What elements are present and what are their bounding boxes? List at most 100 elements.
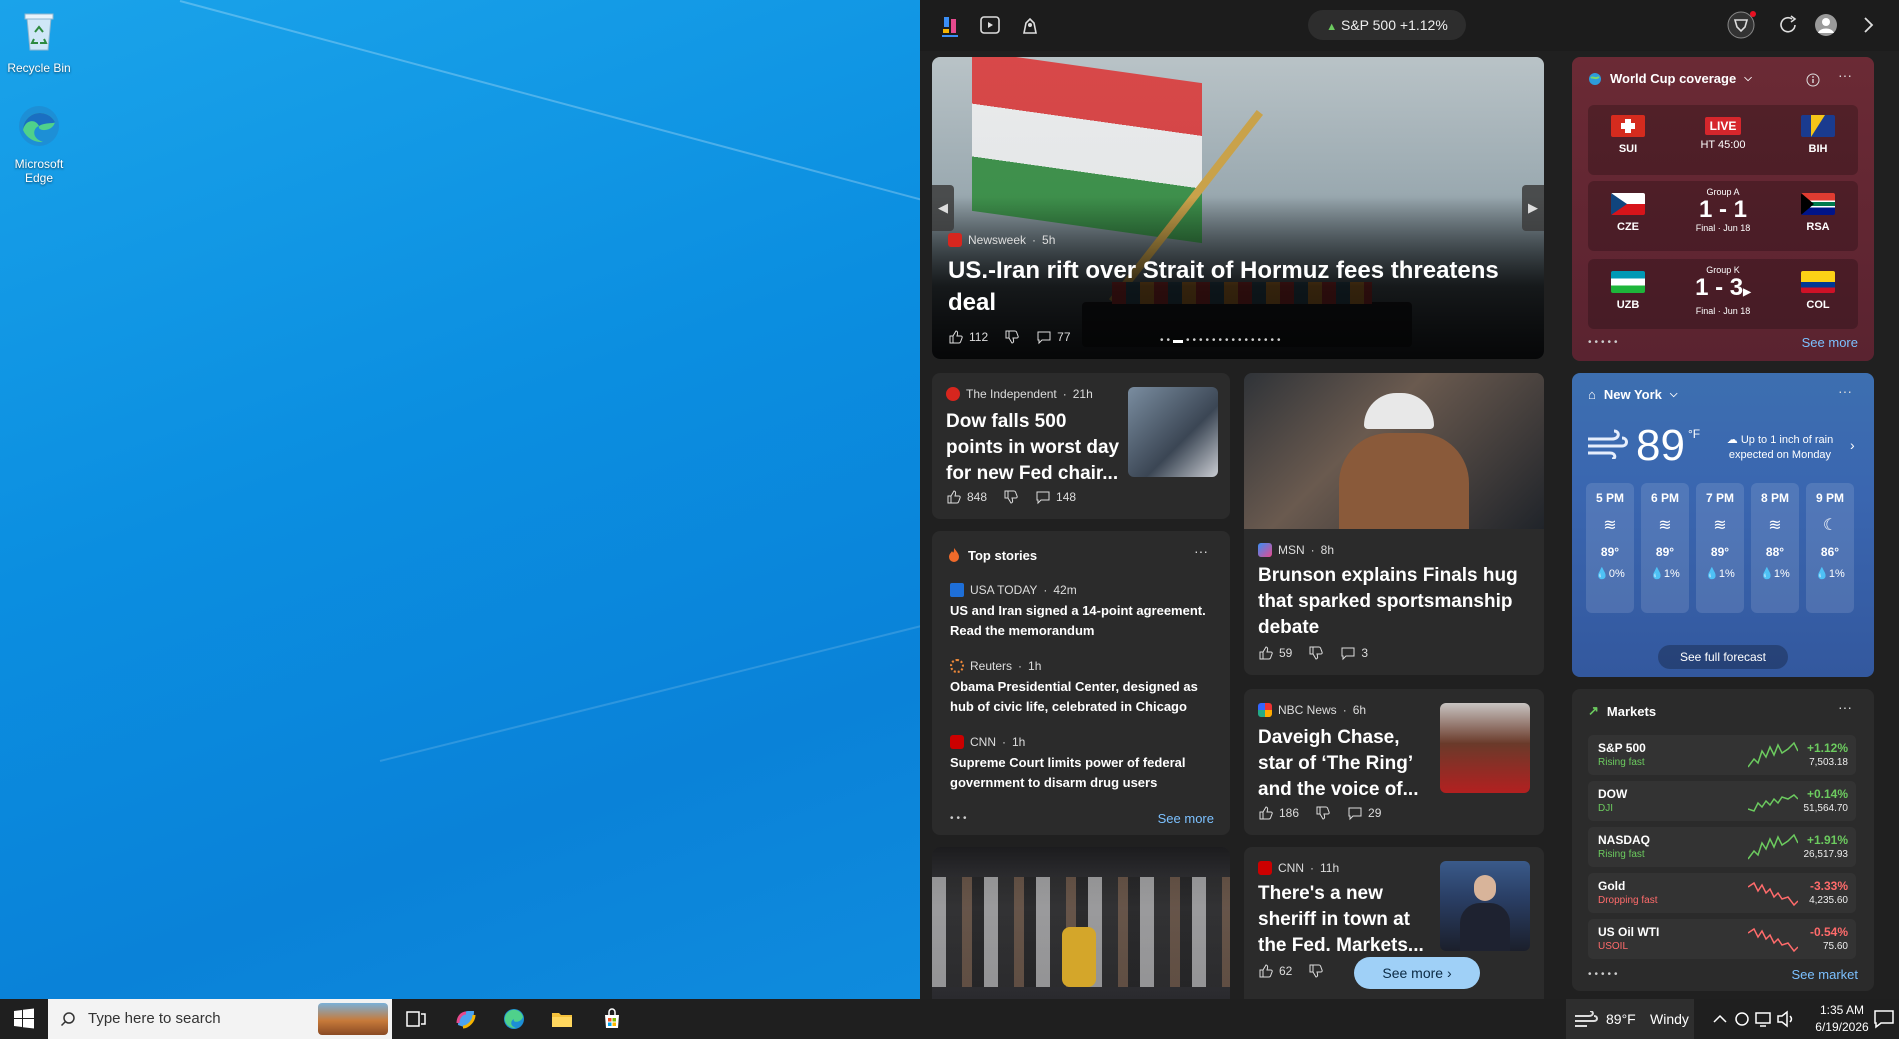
list-item[interactable]: Reuters · 1h Obama Presidential Center, de… xyxy=(950,659,1216,717)
games-icon[interactable] xyxy=(1018,13,1042,37)
comment-button[interactable]: 3 xyxy=(1340,645,1368,661)
desktop-icon-edge[interactable]: Microsoft Edge xyxy=(0,102,78,185)
match-row[interactable]: SUI LIVE HT 45:00 BIH xyxy=(1588,105,1858,175)
match-row[interactable]: CZE Group A1 - 1 Final · Jun 18 RSA xyxy=(1588,181,1858,251)
like-button[interactable]: 848 xyxy=(946,489,987,505)
desktop-icon-recycle-bin[interactable]: Recycle Bin xyxy=(0,6,78,75)
hourly-forecast-item[interactable]: 5 PM ≋ 89° 💧0% xyxy=(1586,483,1634,613)
store-icon[interactable] xyxy=(600,1007,624,1031)
carousel-dots: ••••• xyxy=(1588,969,1621,980)
carousel-next-button[interactable]: ▶ xyxy=(1522,185,1544,231)
dislike-button[interactable] xyxy=(1308,645,1324,661)
see-full-forecast-button[interactable]: See full forecast xyxy=(1658,645,1788,669)
story-card[interactable]: NBC News · 6h Daveigh Chase, star of ‘The … xyxy=(1244,689,1544,835)
market-name: Gold xyxy=(1598,879,1626,893)
like-button[interactable]: 59 xyxy=(1258,645,1292,661)
search-placeholder: Type here to search xyxy=(88,1010,221,1027)
file-explorer-icon[interactable] xyxy=(550,1007,574,1031)
volume-icon[interactable] xyxy=(1774,1007,1798,1031)
story-headline[interactable]: There's a new sheriff in town at the Fed… xyxy=(1258,881,1433,959)
list-item-title: Obama Presidential Center, designed as h… xyxy=(950,679,1198,714)
task-view-icon[interactable] xyxy=(404,1007,428,1031)
clock[interactable]: 1:35 AM 6/19/2026 xyxy=(1804,1002,1880,1036)
story-headline[interactable]: Daveigh Chase, star of ‘The Ring’ and th… xyxy=(1258,725,1433,803)
start-button[interactable] xyxy=(12,1007,36,1031)
notifications-icon[interactable] xyxy=(1872,1007,1896,1031)
chevron-right-icon[interactable] xyxy=(1856,13,1880,37)
flame-icon xyxy=(949,548,959,562)
more-options-icon[interactable]: ··· xyxy=(1838,67,1852,83)
meet-icon[interactable] xyxy=(1730,1007,1754,1031)
like-button[interactable]: 112 xyxy=(948,329,988,345)
see-more-link[interactable]: See more xyxy=(1802,335,1858,350)
story-actions: 59 3 xyxy=(1258,645,1368,661)
comment-button[interactable]: 29 xyxy=(1347,805,1381,821)
comment-icon xyxy=(1036,491,1050,505)
weather-alert[interactable]: ☁ Up to 1 inch of rain expected on Monda… xyxy=(1720,433,1840,463)
copilot-icon[interactable] xyxy=(454,1007,478,1031)
hourly-forecast-item[interactable]: 8 PM ≋ 88° 💧1% xyxy=(1751,483,1799,613)
more-options-icon[interactable]: ··· xyxy=(1194,543,1208,559)
story-card[interactable]: CNN · 11h There's a new sheriff in town at… xyxy=(1244,847,1544,999)
rewards-icon[interactable] xyxy=(1726,10,1756,40)
market-row[interactable]: S&P 500 Rising fast +1.12% 7,503.18 xyxy=(1588,735,1856,775)
story-headline[interactable]: Brunson explains Finals hug that sparked… xyxy=(1258,563,1528,641)
ticker-change: +1.12% xyxy=(1399,17,1448,33)
chevron-right-icon[interactable]: › xyxy=(1850,437,1855,453)
world-cup-header[interactable]: World Cup coverage ⌵ xyxy=(1588,71,1752,86)
clock-time: 1:35 AM xyxy=(1819,1003,1865,1017)
story-actions: 186 29 xyxy=(1258,805,1381,821)
edge-taskbar-icon[interactable] xyxy=(502,1007,526,1031)
see-more-button[interactable]: See more › xyxy=(1354,957,1480,989)
story-headline[interactable]: Dow falls 500 points in worst day for ne… xyxy=(946,409,1121,487)
dislike-button[interactable] xyxy=(1004,329,1020,345)
story-source: NBC News · 6h xyxy=(1258,703,1366,717)
video-icon[interactable] xyxy=(978,13,1002,37)
list-item[interactable]: USA TODAY · 42m US and Iran signed a 14-po… xyxy=(950,583,1216,641)
network-icon[interactable] xyxy=(1752,1007,1776,1031)
dislike-button[interactable] xyxy=(1315,805,1331,821)
list-item[interactable]: CNN · 1h Supreme Court limits power of fed… xyxy=(950,735,1216,793)
refresh-icon[interactable] xyxy=(1776,13,1800,37)
hour-precip: 💧1% xyxy=(1705,568,1735,580)
like-button[interactable]: 186 xyxy=(1258,805,1299,821)
market-row[interactable]: DOW DJI +0.14% 51,564.70 xyxy=(1588,781,1856,821)
hero-story-card[interactable]: ◀ ▶ Newsweek · 5h US.-Iran rift over Strai… xyxy=(932,57,1544,359)
sparkline-icon xyxy=(1748,927,1798,953)
chevron-up-icon[interactable] xyxy=(1708,1007,1732,1031)
market-ticker[interactable]: ▲ S&P 500 +1.12% xyxy=(1308,10,1466,40)
story-card[interactable] xyxy=(932,847,1230,999)
market-row[interactable]: Gold Dropping fast -3.33% 4,235.60 xyxy=(1588,873,1856,913)
market-value: 26,517.93 xyxy=(1803,849,1849,860)
more-options-icon[interactable]: ··· xyxy=(1838,383,1852,399)
weather-card[interactable]: ⌂ New York ⌵ ··· 89 °F ☁ Up to 1 inch of r… xyxy=(1572,373,1874,677)
dislike-button[interactable] xyxy=(1003,489,1019,505)
story-source: The Independent · 21h xyxy=(946,387,1093,401)
more-options-icon[interactable]: ··· xyxy=(1838,699,1852,715)
story-card[interactable]: MSN · 8h Brunson explains Finals hug that … xyxy=(1244,373,1544,675)
market-row[interactable]: NASDAQ Rising fast +1.91% 26,517.93 xyxy=(1588,827,1856,867)
like-button[interactable]: 62 xyxy=(1258,963,1292,979)
hero-headline[interactable]: US.-Iran rift over Strait of Hormuz fees… xyxy=(948,255,1508,319)
avatar[interactable] xyxy=(1814,13,1838,37)
comment-button[interactable]: 148 xyxy=(1035,489,1076,505)
see-more-link[interactable]: See more xyxy=(1158,811,1214,826)
story-card[interactable]: The Independent · 21h Dow falls 500 points… xyxy=(932,373,1230,519)
search-input[interactable]: Type here to search xyxy=(48,999,392,1039)
windy-icon xyxy=(1588,429,1628,459)
carousel-prev-button[interactable]: ◀ xyxy=(932,185,954,231)
hourly-forecast-item[interactable]: 9 PM ☾ 86° 💧1% xyxy=(1806,483,1854,613)
hourly-forecast-item[interactable]: 6 PM ≋ 89° 💧1% xyxy=(1641,483,1689,613)
market-row[interactable]: US Oil WTI USOIL -0.54% 75.60 xyxy=(1588,919,1856,959)
swiss-flag-icon xyxy=(1611,115,1645,137)
hourly-forecast-item[interactable]: 7 PM ≋ 89° 💧1% xyxy=(1696,483,1744,613)
comment-button[interactable]: 77 xyxy=(1036,329,1071,345)
match-row[interactable]: UZB Group K1 - 3▶ Final · Jun 18 COL xyxy=(1588,259,1858,329)
info-icon[interactable] xyxy=(1806,73,1820,87)
weather-location[interactable]: ⌂ New York ⌵ xyxy=(1588,387,1678,402)
widgets-home-icon[interactable] xyxy=(938,13,962,37)
dislike-button[interactable] xyxy=(1308,963,1324,979)
taskbar-weather-widget[interactable]: 89°F Windy xyxy=(1566,999,1694,1039)
markets-header[interactable]: ↗ Markets xyxy=(1588,703,1656,719)
see-market-link[interactable]: See market xyxy=(1792,967,1858,982)
